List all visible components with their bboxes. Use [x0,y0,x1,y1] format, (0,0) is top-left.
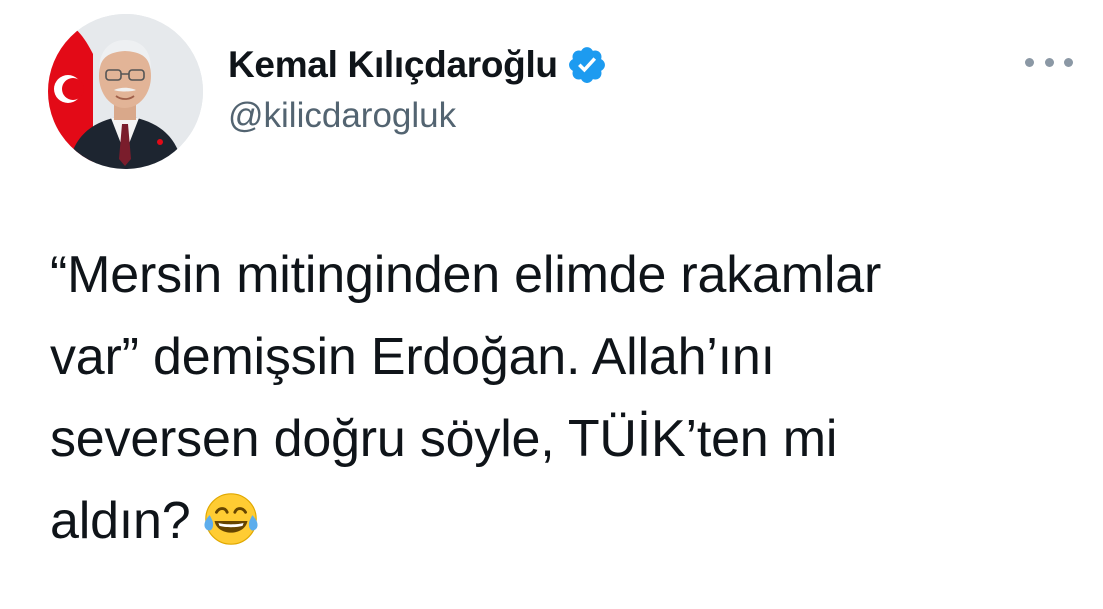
tweet-text-line: var” demişsin Erdoğan. Allah’ını [50,328,775,386]
more-dot [1025,57,1034,67]
author-display-name[interactable]: Kemal Kılıçdaroğlu [228,44,558,86]
avatar-photo [48,14,203,169]
tweet-text: “Mersin mitinginden elimde rakamlar var”… [50,234,1080,562]
avatar[interactable] [48,14,203,169]
author-info: Kemal Kılıçdaroğlu @kilicdarogluk [228,40,608,136]
tweet-text-line: seversen doğru söyle, TÜİK’ten mi [50,410,838,468]
face-with-tears-of-joy-icon [200,488,262,550]
more-dot [1064,57,1073,67]
more-dot [1044,57,1054,67]
tweet-text-line: aldın? [50,492,191,550]
tweet-text-last-line: aldın? [50,480,1080,562]
author-name-row: Kemal Kılıçdaroğlu [228,40,608,90]
verified-badge-icon [566,44,608,86]
tweet-text-line: “Mersin mitinginden elimde rakamlar [50,246,882,304]
author-handle[interactable]: @kilicdarogluk [228,96,608,136]
tweet-card: Kemal Kılıçdaroğlu @kilicdarogluk “Mersi… [0,0,1103,609]
more-options-icon[interactable] [1025,48,1073,76]
